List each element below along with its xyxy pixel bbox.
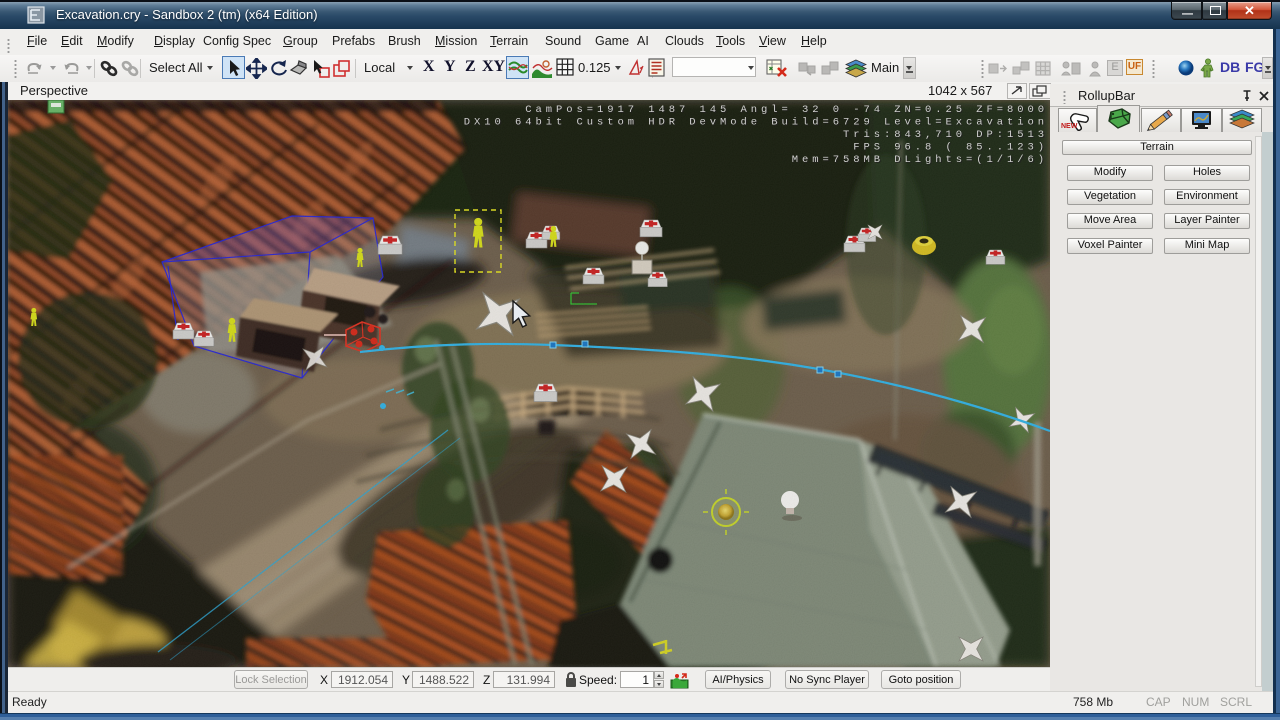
svg-text:NEW: NEW [1061,123,1078,130]
